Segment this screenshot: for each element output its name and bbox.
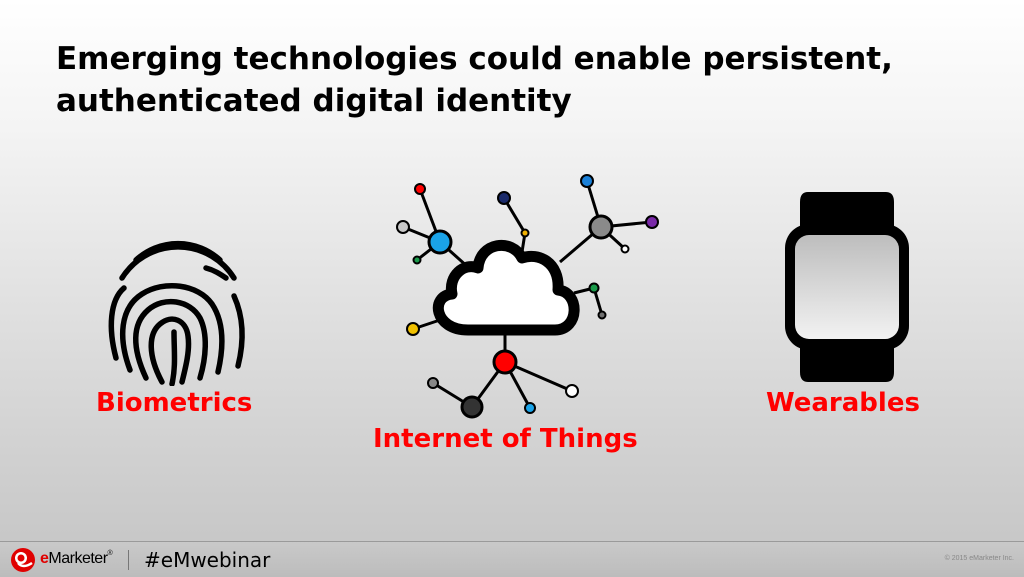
hashtag: #eMwebinar — [144, 548, 271, 572]
biometrics-label: Biometrics — [96, 388, 253, 418]
emarketer-logo-icon — [11, 548, 35, 572]
fingerprint-icon — [108, 240, 245, 386]
wearables-label: Wearables — [766, 388, 920, 418]
title-line-1: Emerging technologies could enable persi… — [56, 41, 893, 77]
footer-divider — [128, 550, 129, 570]
slide-title: Emerging technologies could enable persi… — [56, 38, 996, 122]
iot-label: Internet of Things — [373, 424, 638, 454]
brand-name: eMarketer® — [40, 550, 113, 567]
smartwatch-icon — [785, 192, 909, 382]
title-line-2: authenticated digital identity — [56, 83, 572, 119]
copyright-notice: © 2015 eMarketer Inc. — [944, 555, 1014, 562]
cloud-network-icon — [396, 174, 659, 419]
footer-bar: eMarketer® #eMwebinar © 2015 eMarketer I… — [0, 541, 1024, 577]
